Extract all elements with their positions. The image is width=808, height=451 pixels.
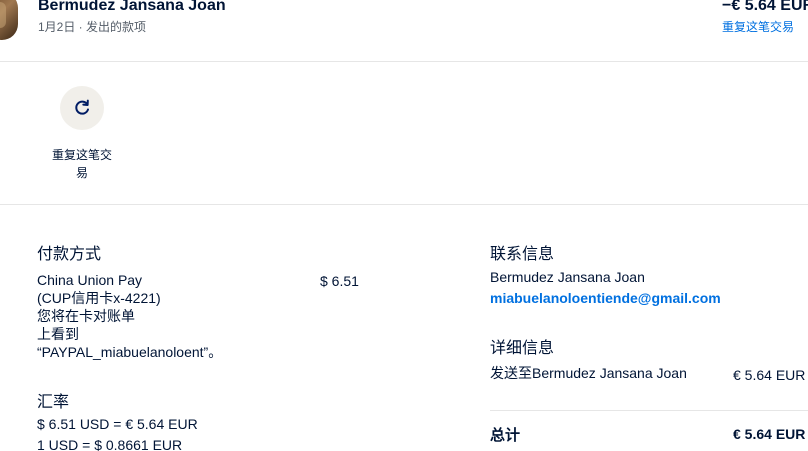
total-label: 总计 — [490, 427, 521, 444]
repeat-button-label: 重复这笔交易 — [51, 148, 112, 180]
repeat-transaction-link[interactable]: 重复这笔交易 — [722, 18, 794, 35]
payment-method-line: 您将在卡对账单 — [37, 308, 135, 324]
details-title: 详细信息 — [490, 340, 555, 357]
exchange-rate-conversion: $ 6.51 USD = € 5.64 EUR — [37, 416, 198, 432]
sent-to-amount: € 5.64 EUR — [733, 367, 806, 383]
payment-method-description: China Union Pay (CUP信用卡x-4221) 您将在卡对账单 上… — [37, 271, 267, 361]
repeat-button-circle[interactable] — [60, 86, 104, 130]
recipient-name: Bermudez Jansana Joan — [38, 0, 226, 14]
contact-name: Bermudez Jansana Joan — [490, 269, 645, 285]
payment-method-line: “PAYPAL_miabuelanoloent”。 — [37, 344, 223, 360]
repeat-transaction-button[interactable]: 重复这笔交易 — [40, 86, 124, 182]
payment-method-line: (CUP信用卡x-4221) — [37, 290, 161, 306]
exchange-rate-unit: 1 USD = $ 0.8661 EUR — [37, 437, 183, 451]
transaction-amount: −€ 5.64 EUR — [722, 0, 808, 14]
sent-to-label: 发送至Bermudez Jansana Joan — [490, 365, 687, 381]
refresh-icon — [75, 99, 89, 115]
details-divider — [490, 410, 808, 411]
contact-email-link[interactable]: miabuelanoloentiende@gmail.com — [490, 290, 721, 306]
payment-method-line: 上看到 — [37, 326, 79, 342]
payment-method-line: China Union Pay — [37, 272, 143, 288]
transaction-date-type: 1月2日 · 发出的款项 — [38, 20, 147, 34]
section-divider — [0, 204, 808, 205]
payment-amount: $ 6.51 — [320, 273, 359, 289]
transaction-header: Bermudez Jansana Joan 1月2日 · 发出的款项 −€ 5.… — [0, 0, 808, 62]
contact-info-title: 联系信息 — [490, 246, 555, 263]
total-amount: € 5.64 EUR — [733, 426, 806, 442]
avatar — [0, 0, 18, 40]
exchange-rate-title: 汇率 — [37, 394, 70, 411]
payment-method-title: 付款方式 — [37, 246, 102, 263]
